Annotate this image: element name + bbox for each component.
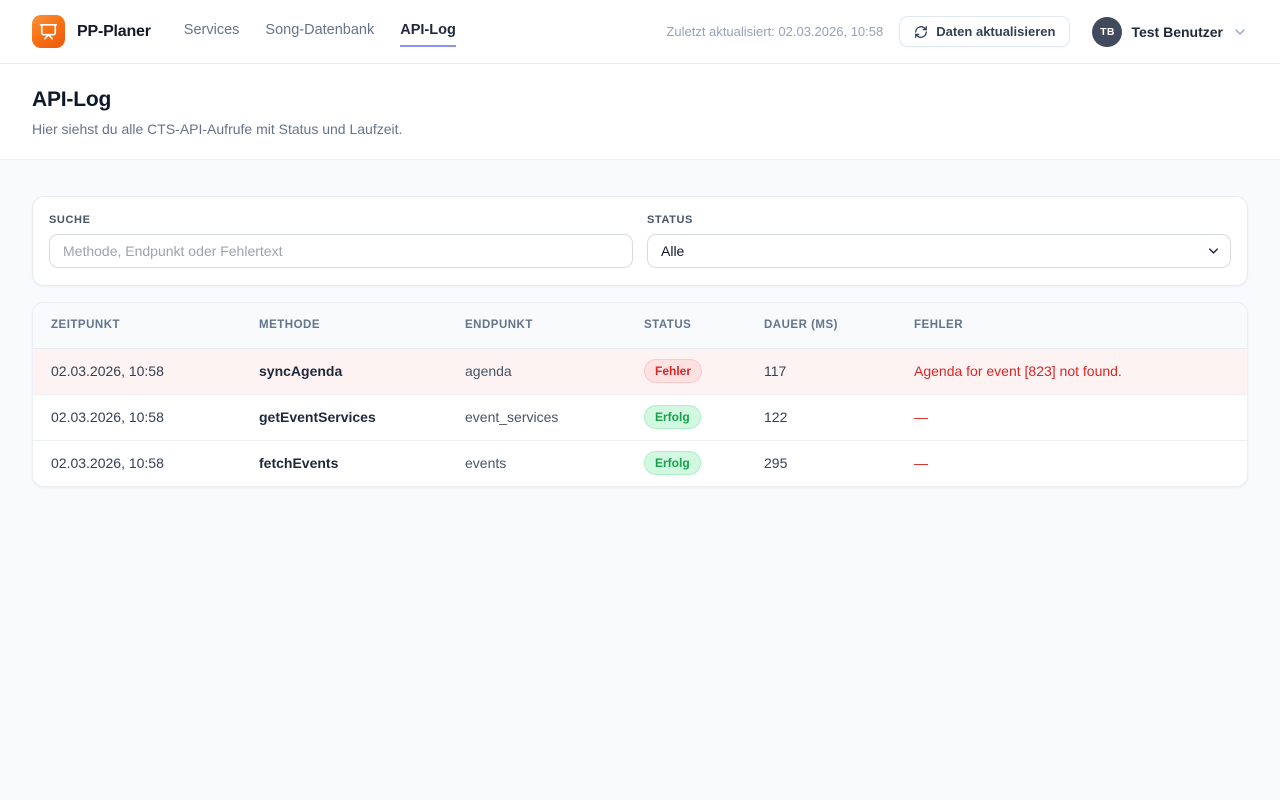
chevron-down-icon — [1232, 24, 1248, 40]
status-badge: Fehler — [644, 359, 702, 383]
nav-services[interactable]: Services — [184, 16, 240, 47]
status-badge: Erfolg — [644, 451, 701, 475]
app-logo — [32, 15, 65, 48]
nav-song-datenbank[interactable]: Song-Datenbank — [265, 16, 374, 47]
refresh-button-label: Daten aktualisieren — [936, 24, 1055, 39]
refresh-data-button[interactable]: Daten aktualisieren — [899, 16, 1070, 47]
status-badge: Erfolg — [644, 405, 701, 429]
table-row: 02.03.2026, 10:58 fetchEvents events Erf… — [33, 440, 1247, 486]
status-select-wrap: Alle — [647, 234, 1231, 268]
col-endpunkt: Endpunkt — [465, 303, 644, 348]
col-methode: Methode — [259, 303, 465, 348]
col-zeitpunkt: Zeitpunkt — [33, 303, 259, 348]
table-row: 02.03.2026, 10:58 getEventServices event… — [33, 394, 1247, 440]
cell-methode: syncAgenda — [259, 348, 465, 394]
app-header: PP-Planer Services Song-Datenbank API-Lo… — [0, 0, 1280, 64]
col-status: Status — [644, 303, 764, 348]
table-header-row: Zeitpunkt Methode Endpunkt Status Dauer … — [33, 303, 1247, 348]
status-label: Status — [647, 214, 1231, 226]
page-subtitle: Hier siehst du alle CTS-API-Aufrufe mit … — [32, 121, 1248, 137]
table-row: 02.03.2026, 10:58 syncAgenda agenda Fehl… — [33, 348, 1247, 394]
cell-methode: fetchEvents — [259, 440, 465, 486]
refresh-icon — [914, 25, 928, 39]
cell-endpunkt: event_services — [465, 394, 644, 440]
cell-dauer: 117 — [764, 348, 914, 394]
last-updated-text: Zuletzt aktualisiert: 02.03.2026, 10:58 — [666, 24, 883, 39]
cell-fehler: Agenda for event [823] not found. — [914, 348, 1247, 394]
cell-dauer: 295 — [764, 440, 914, 486]
user-name: Test Benutzer — [1131, 24, 1223, 40]
page-head: API-Log Hier siehst du alle CTS-API-Aufr… — [0, 64, 1280, 160]
main-nav: Services Song-Datenbank API-Log — [184, 16, 456, 47]
presentation-icon — [39, 22, 58, 41]
header-right: Zuletzt aktualisiert: 02.03.2026, 10:58 … — [666, 16, 1248, 47]
cell-status: Erfolg — [644, 394, 764, 440]
status-select[interactable]: Alle — [647, 234, 1231, 268]
api-log-table: Zeitpunkt Methode Endpunkt Status Dauer … — [33, 303, 1247, 486]
cell-dauer: 122 — [764, 394, 914, 440]
user-menu[interactable]: TB Test Benutzer — [1092, 17, 1248, 47]
nav-api-log[interactable]: API-Log — [400, 16, 456, 47]
cell-fehler: — — [914, 440, 1247, 486]
brand-name: PP-Planer — [77, 23, 151, 41]
col-fehler: Fehler — [914, 303, 1247, 348]
page-title: API-Log — [32, 88, 1248, 112]
filter-card: Suche Status Alle — [32, 196, 1248, 286]
main-content: Suche Status Alle Zeitpunkt — [0, 160, 1280, 487]
col-dauer: Dauer (ms) — [764, 303, 914, 348]
cell-zeitpunkt: 02.03.2026, 10:58 — [33, 394, 259, 440]
cell-endpunkt: agenda — [465, 348, 644, 394]
search-label: Suche — [49, 214, 633, 226]
header-left: PP-Planer Services Song-Datenbank API-Lo… — [32, 15, 456, 48]
cell-methode: getEventServices — [259, 394, 465, 440]
status-field-group: Status Alle — [647, 214, 1231, 268]
cell-status: Fehler — [644, 348, 764, 394]
cell-endpunkt: events — [465, 440, 644, 486]
cell-fehler: — — [914, 394, 1247, 440]
cell-zeitpunkt: 02.03.2026, 10:58 — [33, 440, 259, 486]
cell-status: Erfolg — [644, 440, 764, 486]
cell-zeitpunkt: 02.03.2026, 10:58 — [33, 348, 259, 394]
api-log-table-card: Zeitpunkt Methode Endpunkt Status Dauer … — [32, 302, 1248, 487]
avatar: TB — [1092, 17, 1122, 47]
search-field-group: Suche — [49, 214, 633, 268]
search-input[interactable] — [49, 234, 633, 268]
